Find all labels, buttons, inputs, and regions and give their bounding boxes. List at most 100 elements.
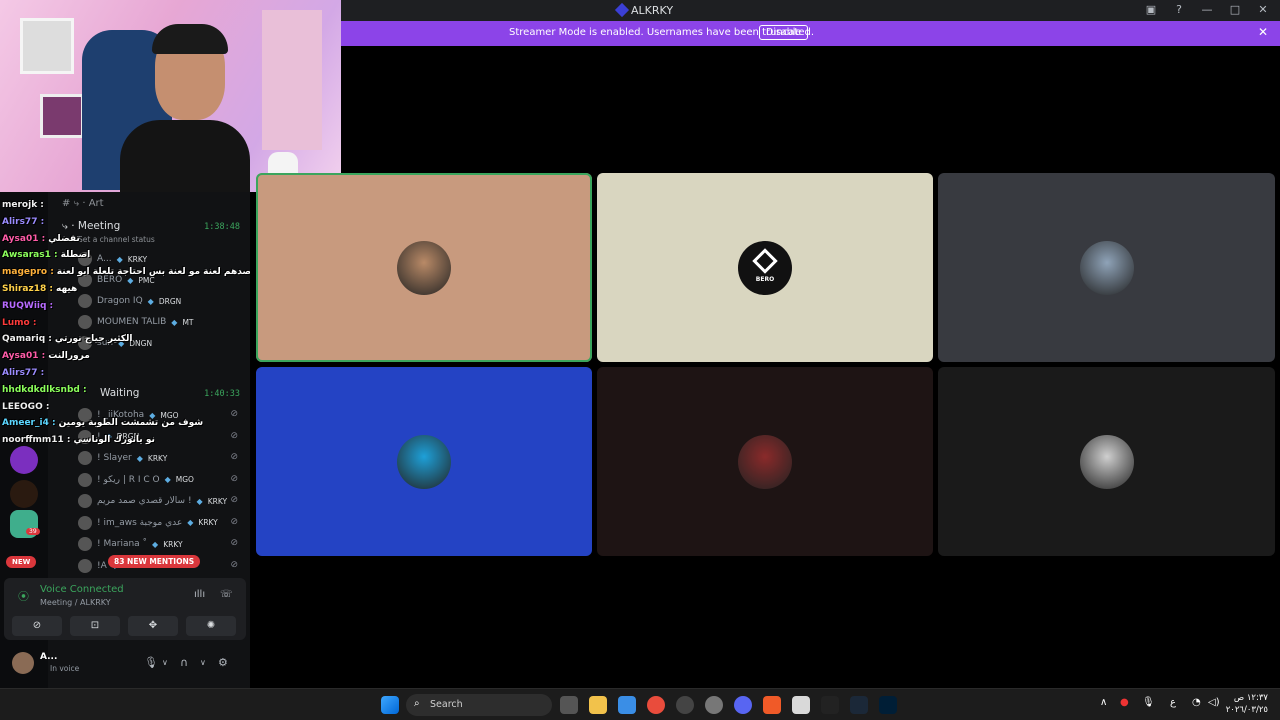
task-view-icon[interactable] (560, 696, 578, 714)
title-bar: ALKRKY ▣ ? — □ ✕ (341, 0, 1280, 21)
voice-member[interactable]: Dragon IQ ◆ DRGN (78, 292, 181, 310)
video-tile[interactable] (597, 367, 933, 556)
steelseries-icon[interactable] (705, 696, 723, 714)
video-tile[interactable]: BERO (597, 173, 933, 362)
discord-icon[interactable] (734, 696, 752, 714)
voice-member[interactable]: ! Slayer ◆ KRKY (78, 449, 167, 467)
camera-toggle-button[interactable]: ⊘ (12, 616, 62, 636)
chat-message: Aysa01 : مرورالنت (2, 351, 90, 361)
screen-share-button[interactable]: ⊡ (70, 616, 120, 636)
noise-suppression-icon[interactable]: ıllı (194, 589, 205, 600)
close-banner-icon[interactable]: ✕ (1258, 25, 1268, 39)
deafened-icon: ⊘ (230, 559, 238, 570)
chat-text: لا قصدهم لعنة مو لعنة بس احتاجة تلعلة اب… (56, 267, 250, 278)
disable-button[interactable]: Disable (759, 25, 809, 40)
channel-waiting[interactable]: Waiting (100, 387, 139, 399)
channel-meeting[interactable]: ⤷ · Meeting (62, 220, 120, 233)
app-logo-icon (614, 2, 630, 18)
tray-chevron-icon[interactable]: ∧ (1100, 697, 1107, 708)
microphone-icon[interactable]: 🎙 (144, 656, 158, 669)
settings-gear-icon[interactable]: ⚙ (218, 656, 228, 669)
bero-logo-icon (752, 248, 778, 274)
server-icon[interactable] (10, 480, 38, 508)
video-tile[interactable] (256, 173, 592, 362)
avatar[interactable] (12, 652, 34, 674)
chat-message: noorffmm11 : نو يانورك الوناسي (2, 435, 155, 445)
close-window-button[interactable]: ✕ (1256, 3, 1270, 16)
clan-badge-icon: ◆ (196, 496, 203, 506)
chat-text: شوف من تشمشت الطوبة يومين (58, 418, 204, 429)
search-input[interactable]: ⌕ Search (406, 694, 552, 716)
steam-icon[interactable] (850, 696, 868, 714)
capcut-icon[interactable] (821, 696, 839, 714)
chat-username: LEEOGO : (2, 401, 50, 412)
app-icon[interactable] (792, 696, 810, 714)
chat-username: magepro : (2, 267, 54, 278)
member-name: ! Slayer (97, 453, 132, 463)
member-name: ! im_aws عدي موجبة (97, 517, 183, 528)
chevron-down-icon[interactable]: ∨ (200, 658, 206, 667)
chrome-icon[interactable] (647, 696, 665, 714)
clan-tag: MT (182, 317, 194, 327)
wifi-icon[interactable]: ◔ (1192, 697, 1201, 708)
voice-member[interactable]: ! Mariana ˚ ◆ KRKY (78, 535, 183, 553)
chat-username: Shiraz18 : (2, 284, 53, 294)
signal-icon[interactable]: ⦿ (18, 588, 29, 604)
disconnect-icon[interactable]: ☏ (220, 589, 233, 600)
channel-status[interactable]: Set a channel status (78, 235, 155, 244)
meeting-timer: 1:38:48 (204, 222, 240, 232)
chat-message: merojk : (2, 200, 47, 210)
maximize-button[interactable]: □ (1228, 3, 1242, 16)
soundboard-button[interactable]: ✺ (186, 616, 236, 636)
new-pill[interactable]: NEW (6, 556, 37, 568)
member-name: ! ريكو | R I C O (97, 474, 160, 485)
tray-app-icon[interactable]: ● (1120, 697, 1129, 708)
file-explorer-icon[interactable] (589, 696, 607, 714)
video-tile[interactable] (256, 367, 592, 556)
server-badge: 39 (26, 528, 40, 535)
headphones-icon[interactable]: ∩ (180, 656, 188, 669)
server-icon[interactable] (10, 446, 38, 474)
chat-text: هيهه (55, 284, 78, 294)
video-tile[interactable] (938, 173, 1275, 362)
chat-text: نو يانورك الوناسي (73, 435, 155, 446)
voice-member[interactable]: سالار قصدي صمد مريم ! ◆ KRKY (78, 492, 227, 510)
user-name[interactable]: A... (40, 652, 57, 662)
chat-message: Aysa01 : تفضلي (2, 234, 80, 244)
tray-mic-icon[interactable]: 🎙 (1142, 697, 1155, 708)
chat-username: Aysa01 : (2, 233, 46, 244)
avatar (78, 515, 92, 530)
voice-member[interactable]: MOUMEN TALIB ◆ MT (78, 313, 194, 331)
user-panel: A... In voice 🎙 ∨ ∩ ∨ ⚙ (4, 646, 246, 682)
voice-member[interactable]: ! ريكو | R I C O ◆ MGO (78, 471, 194, 489)
activities-button[interactable]: ✥ (128, 616, 178, 636)
brave-icon[interactable] (763, 696, 781, 714)
waiting-timer: 1:40:33 (204, 389, 240, 399)
chat-message: RUQWiiq : (2, 301, 56, 311)
voice-channel-path[interactable]: Meeting / ALKRKY (40, 598, 111, 607)
volume-icon[interactable]: ◁) (1208, 697, 1220, 708)
participant-avatar (738, 434, 792, 489)
channel-art[interactable]: # ⤷ · Art (62, 198, 104, 209)
minimize-button[interactable]: — (1200, 3, 1214, 16)
chat-message: Awsaras1 : اصطلة (2, 250, 90, 260)
chevron-down-icon[interactable]: ∨ (162, 658, 168, 667)
language-indicator[interactable]: ع (1170, 697, 1176, 708)
clock[interactable]: ١٢:٣٧ ص ٢٠٢٦/٠٣/٢٥ (1226, 692, 1268, 716)
video-tile[interactable] (938, 367, 1275, 556)
voice-member[interactable]: ! im_aws عدي موجبة ◆ KRKY (78, 514, 218, 532)
participant-avatar (1079, 434, 1134, 489)
new-mentions-pill[interactable]: 83 NEW MENTIONS (108, 555, 201, 568)
avatar (78, 472, 92, 487)
clan-tag: DRGN (158, 296, 182, 306)
chat-message: Shiraz18 : هيهه (2, 284, 77, 294)
store-icon[interactable] (618, 696, 636, 714)
start-button[interactable] (381, 696, 399, 714)
participant-avatar (397, 434, 451, 489)
inbox-icon[interactable]: ▣ (1144, 3, 1158, 16)
clan-badge-icon: ◆ (147, 296, 154, 306)
help-icon[interactable]: ? (1172, 3, 1186, 16)
app-icon[interactable] (676, 696, 694, 714)
participant-avatar (397, 240, 451, 295)
photoshop-icon[interactable] (879, 696, 897, 714)
